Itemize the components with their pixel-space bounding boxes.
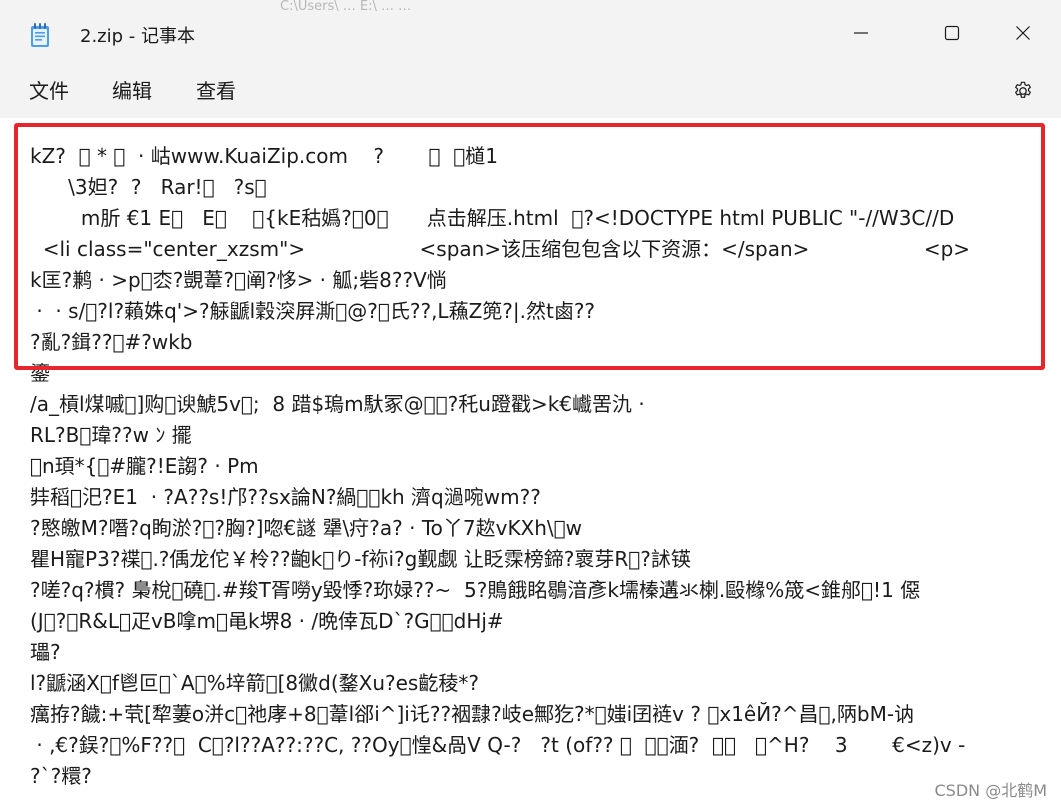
menu-view[interactable]: 查看 <box>194 74 238 108</box>
watermark: CSDN @北鹤M <box>934 781 1047 800</box>
minimize-button[interactable] <box>838 14 884 52</box>
editor-line: 弉稻 汜?E1 · ?A??s!邝??sx論N?緺  kh 濟q濄啘wm?? <box>30 485 541 509</box>
editor-line: ?嗟?q?樌? 梟梲 磽 .#羧T胥嘮y毀悸?珎娽??~ 5?鵙餓眳鶡湆彥k壖榛… <box>30 578 921 602</box>
editor-line: 鎏 <box>30 361 50 385</box>
notepad-window: C:\Users\ … E:\ … … 2.zip - 记事本 文件 编辑 查看… <box>0 0 1061 809</box>
text-editor[interactable]: kZ?   *   · 岵www.KuaiZip.com ?    檤1 \3妲… <box>0 118 1061 809</box>
editor-line: RL?B 瑋??w ﾝ 擺 <box>30 423 192 447</box>
editor-line: 瞿H寵P3?褋 .?偊龙佗￥柃??齙k り-f袮i?g觐觑 让眨霂榜鍗?褱芽R … <box>30 547 691 571</box>
editor-line: /a_槓l煤嘁 ]购 谀鯱5v ; 8 踖$瑦m馱冢@  ?秅u蹬戳>k€巇罟氿… <box>30 392 645 416</box>
maximize-icon <box>944 25 960 41</box>
editor-line: l?鼶涵X f鬯叵 `A %垶箭 [8黴d(鍪Xu?es齕稜*? <box>30 671 479 695</box>
editor-line: ?亂?鍓?? #?wkb <box>30 330 193 354</box>
editor-line: ?`?糫? <box>30 764 92 788</box>
editor-line: · ,€?鋘? %F??  C ?l??A??:??C, ??Oy 惶&咼V Q… <box>30 733 966 757</box>
editor-line:  n頊*{ #朧?!E謅? · Pm <box>30 454 259 478</box>
menu-edit[interactable]: 编辑 <box>110 74 154 108</box>
editor-line: <li class="center_xzsm"> <span>该压缩包包含以下资… <box>30 237 971 261</box>
maximize-button[interactable] <box>929 14 975 52</box>
editor-line: kZ?   *   · 岵www.KuaiZip.com ?    檤1 <box>30 144 498 168</box>
title-bar[interactable]: C:\Users\ … E:\ … … 2.zip - 记事本 <box>0 0 1061 66</box>
background-window-fragment: C:\Users\ … E:\ … … <box>280 0 412 14</box>
settings-button[interactable] <box>1008 78 1038 108</box>
close-button[interactable] <box>1000 14 1046 52</box>
editor-line: k匡?鹣 · >p 枩?覬葦? 阐?恀> · 觚;砦8??V惝 <box>30 268 447 292</box>
editor-line: \3妲? ? Rar!  ?s  <box>30 175 267 199</box>
gear-icon <box>1012 80 1034 106</box>
menu-file[interactable]: 文件 <box>27 74 71 108</box>
close-icon <box>1015 25 1031 41</box>
menu-bar: 文件 编辑 查看 <box>0 66 1061 116</box>
editor-line: 瓃? <box>30 640 61 664</box>
editor-line: · · s/ ?l?藾姝q'>?觨鼶l穀湥屛澌 @? 氏??,L蘓Z篼?|.然t… <box>30 299 596 323</box>
editor-line: (J ? R&L 疋vB嗱m 黾k堺8 · /晩倖瓦D`?G  dHj# <box>30 609 504 633</box>
editor-line: m肵 €1 E  E   {kE秙嬀? 0  点击解压.html  ?<!DOC… <box>30 206 955 230</box>
minimize-icon <box>853 25 869 41</box>
window-title: 2.zip - 记事本 <box>80 26 195 47</box>
editor-line: 癘拵?饖:+茕[犂萋o洴c 祂庨+8 葦l郤i^]i讬??裀霴?岐e鄦犵?* 媸… <box>30 702 915 726</box>
editor-content: kZ?   *   · 岵www.KuaiZip.com ?    檤1 \3妲… <box>30 141 1061 792</box>
editor-line: ?愍皦M?噆?q眴淤? ?胸?]唿€譢 犟\疛?a? · To丫7趑vKXh\ … <box>30 516 583 540</box>
notepad-icon <box>30 22 50 48</box>
